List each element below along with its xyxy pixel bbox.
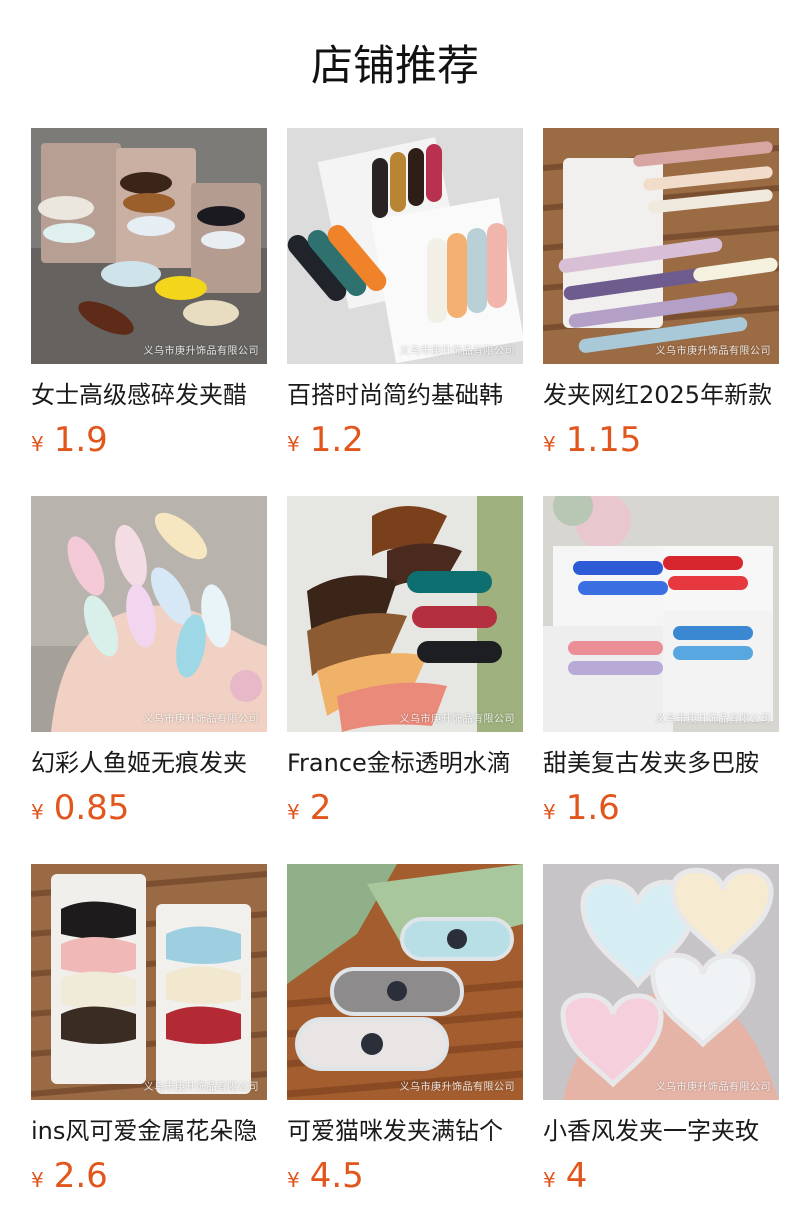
product-card[interactable]: 义乌市庚升饰品有限公司 小香风发夹一字夹玫 ¥ 4 — [543, 864, 779, 1232]
image-watermark: 义乌市庚升饰品有限公司 — [655, 1082, 771, 1093]
product-image[interactable]: 义乌市庚升饰品有限公司 — [543, 496, 779, 732]
price-value: 1.6 — [565, 788, 620, 828]
currency-symbol: ¥ — [543, 432, 556, 456]
product-title[interactable]: 发夹网红2025年新款 — [543, 380, 779, 410]
currency-symbol: ¥ — [287, 800, 300, 824]
currency-symbol: ¥ — [543, 1168, 556, 1192]
product-title[interactable]: France金标透明水滴 — [287, 748, 523, 778]
price-row: ¥ 1.15 — [543, 420, 779, 460]
currency-symbol: ¥ — [31, 432, 44, 456]
product-image[interactable]: 义乌市庚升饰品有限公司 — [31, 496, 267, 732]
price-value: 0.85 — [53, 788, 130, 828]
image-watermark: 义乌市庚升饰品有限公司 — [399, 714, 515, 725]
product-card[interactable]: 义乌市庚升饰品有限公司 ins风可爱金属花朵隐 ¥ 2.6 — [31, 864, 267, 1232]
price-row: ¥ 2 — [287, 788, 523, 828]
product-card[interactable]: 义乌市庚升饰品有限公司 可爱猫咪发夹满钻个 ¥ 4.5 — [287, 864, 523, 1232]
currency-symbol: ¥ — [287, 432, 300, 456]
price-row: ¥ 2.6 — [31, 1156, 267, 1196]
product-image[interactable]: 义乌市庚升饰品有限公司 — [31, 864, 267, 1100]
product-image[interactable]: 义乌市庚升饰品有限公司 — [543, 864, 779, 1100]
product-image[interactable]: 义乌市庚升饰品有限公司 — [31, 128, 267, 364]
product-card[interactable]: 义乌市庚升饰品有限公司 百搭时尚简约基础韩 ¥ 1.2 — [287, 128, 523, 496]
image-watermark: 义乌市庚升饰品有限公司 — [143, 714, 259, 725]
price-value: 4 — [565, 1156, 588, 1196]
image-watermark: 义乌市庚升饰品有限公司 — [655, 346, 771, 357]
product-grid: 义乌市庚升饰品有限公司 女士高级感碎发夹醋 ¥ 1.9 义乌市庚升饰品有限公司 … — [31, 128, 779, 1232]
product-card[interactable]: 义乌市庚升饰品有限公司 女士高级感碎发夹醋 ¥ 1.9 — [31, 128, 267, 496]
currency-symbol: ¥ — [31, 1168, 44, 1192]
page-title: 店铺推荐 — [310, 41, 479, 90]
price-row: ¥ 4 — [543, 1156, 779, 1196]
product-card[interactable]: 义乌市庚升饰品有限公司 发夹网红2025年新款 ¥ 1.15 — [543, 128, 779, 496]
currency-symbol: ¥ — [31, 800, 44, 824]
product-card[interactable]: 义乌市庚升饰品有限公司 甜美复古发夹多巴胺 ¥ 1.6 — [543, 496, 779, 864]
product-title[interactable]: ins风可爱金属花朵隐 — [31, 1116, 267, 1146]
price-row: ¥ 4.5 — [287, 1156, 523, 1196]
price-value: 1.2 — [309, 420, 364, 460]
image-watermark: 义乌市庚升饰品有限公司 — [143, 1082, 259, 1093]
price-value: 2.6 — [53, 1156, 108, 1196]
currency-symbol: ¥ — [543, 800, 556, 824]
image-watermark: 义乌市庚升饰品有限公司 — [143, 346, 259, 357]
product-card[interactable]: 义乌市庚升饰品有限公司 France金标透明水滴 ¥ 2 — [287, 496, 523, 864]
product-card[interactable]: 义乌市庚升饰品有限公司 幻彩人鱼姬无痕发夹 ¥ 0.85 — [31, 496, 267, 864]
price-row: ¥ 1.2 — [287, 420, 523, 460]
price-row: ¥ 0.85 — [31, 788, 267, 828]
price-row: ¥ 1.6 — [543, 788, 779, 828]
image-watermark: 义乌市庚升饰品有限公司 — [399, 346, 515, 357]
product-title[interactable]: 幻彩人鱼姬无痕发夹 — [31, 748, 267, 778]
price-value: 1.15 — [565, 420, 642, 460]
product-image[interactable]: 义乌市庚升饰品有限公司 — [287, 864, 523, 1100]
image-watermark: 义乌市庚升饰品有限公司 — [399, 1082, 515, 1093]
price-value: 1.9 — [53, 420, 108, 460]
product-title[interactable]: 甜美复古发夹多巴胺 — [543, 748, 779, 778]
price-row: ¥ 1.9 — [31, 420, 267, 460]
price-value: 4.5 — [309, 1156, 364, 1196]
price-value: 2 — [309, 788, 332, 828]
currency-symbol: ¥ — [287, 1168, 300, 1192]
image-watermark: 义乌市庚升饰品有限公司 — [655, 714, 771, 725]
product-title[interactable]: 小香风发夹一字夹玫 — [543, 1116, 779, 1146]
product-title[interactable]: 女士高级感碎发夹醋 — [31, 380, 267, 410]
product-image[interactable]: 义乌市庚升饰品有限公司 — [543, 128, 779, 364]
product-image[interactable]: 义乌市庚升饰品有限公司 — [287, 128, 523, 364]
product-title[interactable]: 百搭时尚简约基础韩 — [287, 380, 523, 410]
product-title[interactable]: 可爱猫咪发夹满钻个 — [287, 1116, 523, 1146]
product-image[interactable]: 义乌市庚升饰品有限公司 — [287, 496, 523, 732]
